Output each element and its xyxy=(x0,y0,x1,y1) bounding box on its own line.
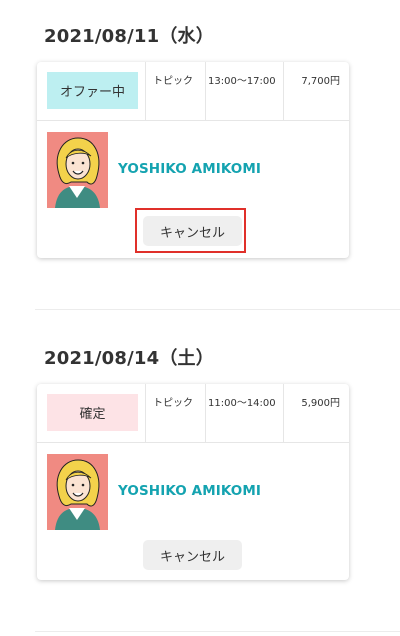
woman-avatar-icon[interactable] xyxy=(47,132,108,208)
woman-avatar-icon[interactable] xyxy=(47,454,108,530)
booking-card: オファー中 トピック 13:00〜17:00 7,700円 YOSHIKO AM… xyxy=(37,62,349,258)
user-name[interactable]: YOSHIKO AMIKOMI xyxy=(118,161,261,177)
cancel-button[interactable]: キャンセル xyxy=(143,540,242,570)
status-badge: オファー中 xyxy=(47,72,138,109)
booking-info-row: 確定 トピック 11:00〜14:00 5,900円 xyxy=(37,384,349,443)
topic-label: トピック xyxy=(153,76,193,87)
status-badge: 確定 xyxy=(47,394,138,431)
date-heading: 2021/08/11（水） xyxy=(44,26,214,47)
price-value: 7,700円 xyxy=(301,76,340,87)
topic-cell: トピック xyxy=(145,384,206,442)
booking-card: 確定 トピック 11:00〜14:00 5,900円 YOSHIKO AMIKO… xyxy=(37,384,349,580)
time-range: 13:00〜17:00 xyxy=(208,76,276,87)
booking-info-row: オファー中 トピック 13:00〜17:00 7,700円 xyxy=(37,62,349,121)
user-name[interactable]: YOSHIKO AMIKOMI xyxy=(118,483,261,499)
price-cell: 5,900円 xyxy=(283,384,350,442)
section-divider xyxy=(35,631,400,632)
time-cell: 13:00〜17:00 xyxy=(205,62,284,120)
date-heading: 2021/08/14（土） xyxy=(44,348,214,369)
time-cell: 11:00〜14:00 xyxy=(205,384,284,442)
section-divider xyxy=(35,309,400,310)
price-cell: 7,700円 xyxy=(283,62,350,120)
topic-label: トピック xyxy=(153,398,193,409)
topic-cell: トピック xyxy=(145,62,206,120)
cancel-button[interactable]: キャンセル xyxy=(143,216,242,246)
time-range: 11:00〜14:00 xyxy=(208,398,276,409)
price-value: 5,900円 xyxy=(301,398,340,409)
